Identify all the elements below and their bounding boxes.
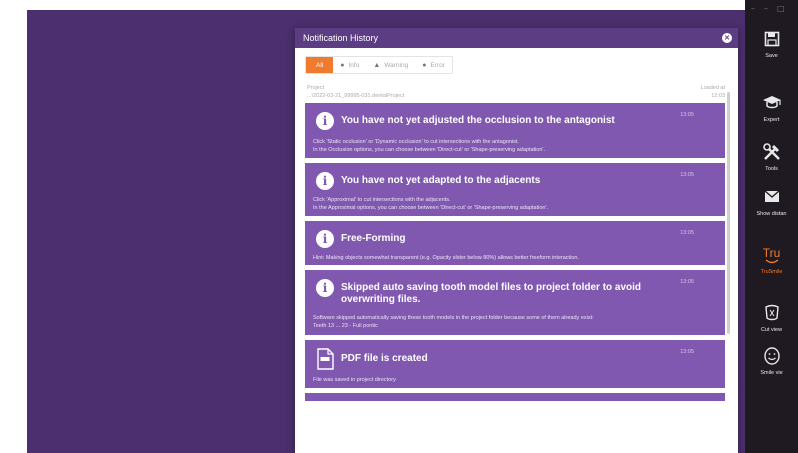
restore-button[interactable]: – [764,4,768,14]
graduation-cap-icon [761,92,783,114]
info-icon: i [316,172,334,190]
notification-title: Skipped auto saving tooth model files to… [341,282,642,305]
notification-list: i You have not yet adjusted the occlusio… [305,103,725,448]
notification-title: Free-Forming [341,233,406,244]
info-icon: i [316,279,334,297]
toolbar-cut-view-label: Cut view [760,327,783,333]
notification-card: i You have not yet adjusted the occlusio… [305,103,725,158]
toolbar-save-label: Save [765,53,778,59]
save-icon [761,28,783,50]
notification-time: 13:05 [680,230,694,236]
toolbar-expert-label: Expert [763,117,780,123]
pdf-file-icon [316,348,334,370]
filter-info[interactable]: ● Info [333,57,366,73]
project-path: ...\2022-03-21_99995-031.dentalProject [307,93,405,99]
notification-time: 13:05 [680,349,694,355]
notification-title: PDF file is created [341,353,428,364]
toolbar-show-distance-label: Show distan [756,211,787,217]
notification-body-line: Hint: Making objects somewhat transparen… [313,255,579,261]
filter-error-label: Error [430,61,445,69]
maximize-button[interactable]: □ [777,4,785,14]
toolbar-tools[interactable]: Tools [745,141,798,189]
dialog-title: Notification History [303,33,379,43]
loaded-label: Loaded at [700,85,725,91]
minimize-button[interactable]: – [751,4,755,14]
notification-body: Click 'Static occlusion' or 'Dynamic occ… [313,138,545,154]
notification-time: 13:05 [680,112,694,118]
loaded-info: Loaded at 12:03 [701,84,725,100]
project-label: Project [307,85,325,91]
project-info: Project ...\2022-03-21_99995-031.dentalP… [307,84,404,100]
window-controls: – – □ [751,4,796,14]
notification-body-line: Click 'Approximal' to cut intersections … [313,197,451,203]
notification-body-line: Software skipped automatically saving th… [313,315,594,321]
toolbar-show-distance[interactable]: Show distan [745,186,798,234]
toolbar-tools-label: Tools [765,166,778,172]
notification-body-line: In the Approximal options, you can choos… [313,205,549,211]
info-icon: i [316,112,334,130]
notification-card: PDF file is created 13:05 File was saved… [305,340,725,388]
filter-info-label: Info [348,61,360,69]
toolbar-trusmile-label: TruSmile [760,269,783,275]
toolbar-save[interactable]: Save [745,28,798,76]
filter-error[interactable]: ● Error [415,57,452,73]
toolbar-cut-view[interactable]: Cut view [745,302,798,350]
notification-title: You have not yet adjusted the occlusion … [341,115,615,126]
notification-body: Click 'Approximal' to cut intersections … [313,196,548,212]
toolbar-expert[interactable]: Expert [745,92,798,140]
trusmile-logo-text: Tru [762,245,781,260]
cut-view-icon [761,302,783,324]
notification-body-line: Click 'Static occlusion' or 'Dynamic occ… [313,139,519,145]
loaded-time: 12:03 [711,93,725,99]
error-icon: ● [422,61,427,69]
toolbar-smile-view[interactable]: Smile vie [745,345,798,393]
info-icon: ● [340,61,345,69]
filter-warning-label: Warning [384,61,409,69]
toolbar-smile-view-label: Smile vie [760,370,783,376]
close-icon[interactable]: ✕ [722,33,732,43]
notification-card-partial [305,393,725,401]
notification-history-dialog: Notification History ✕ All ● Info ▲ Warn… [295,28,738,453]
notification-title: You have not yet adapted to the adjacent… [341,175,541,186]
filter-warning[interactable]: ▲ Warning [366,57,415,73]
distance-icon [761,186,783,208]
list-scrollbar[interactable] [727,92,730,334]
warning-icon: ▲ [373,61,381,69]
smile-view-icon [761,345,783,367]
trusmile-icon: Tru [761,244,783,266]
toolbar-trusmile[interactable]: Tru TruSmile [745,244,798,292]
notification-time: 13:05 [680,279,694,285]
filter-tabs: All ● Info ▲ Warning ● Error [305,56,453,74]
filter-all[interactable]: All [306,57,334,73]
notification-card: i Skipped auto saving tooth model files … [305,270,725,335]
notification-card: i Free-Forming 13:05 Hint: Making object… [305,221,725,265]
notification-body: Hint: Making objects somewhat transparen… [313,254,579,262]
dialog-header: Notification History ✕ [295,28,738,48]
filter-all-label: All [316,61,324,69]
notification-body-line: In the Occlusion options, you can choose… [313,147,545,153]
notification-card: i You have not yet adapted to the adjace… [305,163,725,216]
notification-body-line: File was saved in project directory [313,377,396,383]
tools-icon [761,141,783,163]
notification-body-line: Teeth 13 ... 23 - Full pontic [313,323,378,329]
notification-body: Software skipped automatically saving th… [313,314,594,330]
info-icon: i [316,230,334,248]
notification-body: File was saved in project directory [313,376,396,384]
notification-time: 13:05 [680,172,694,178]
right-toolbar: – – □ Save Expert Tools Show distan Tru … [745,0,798,453]
